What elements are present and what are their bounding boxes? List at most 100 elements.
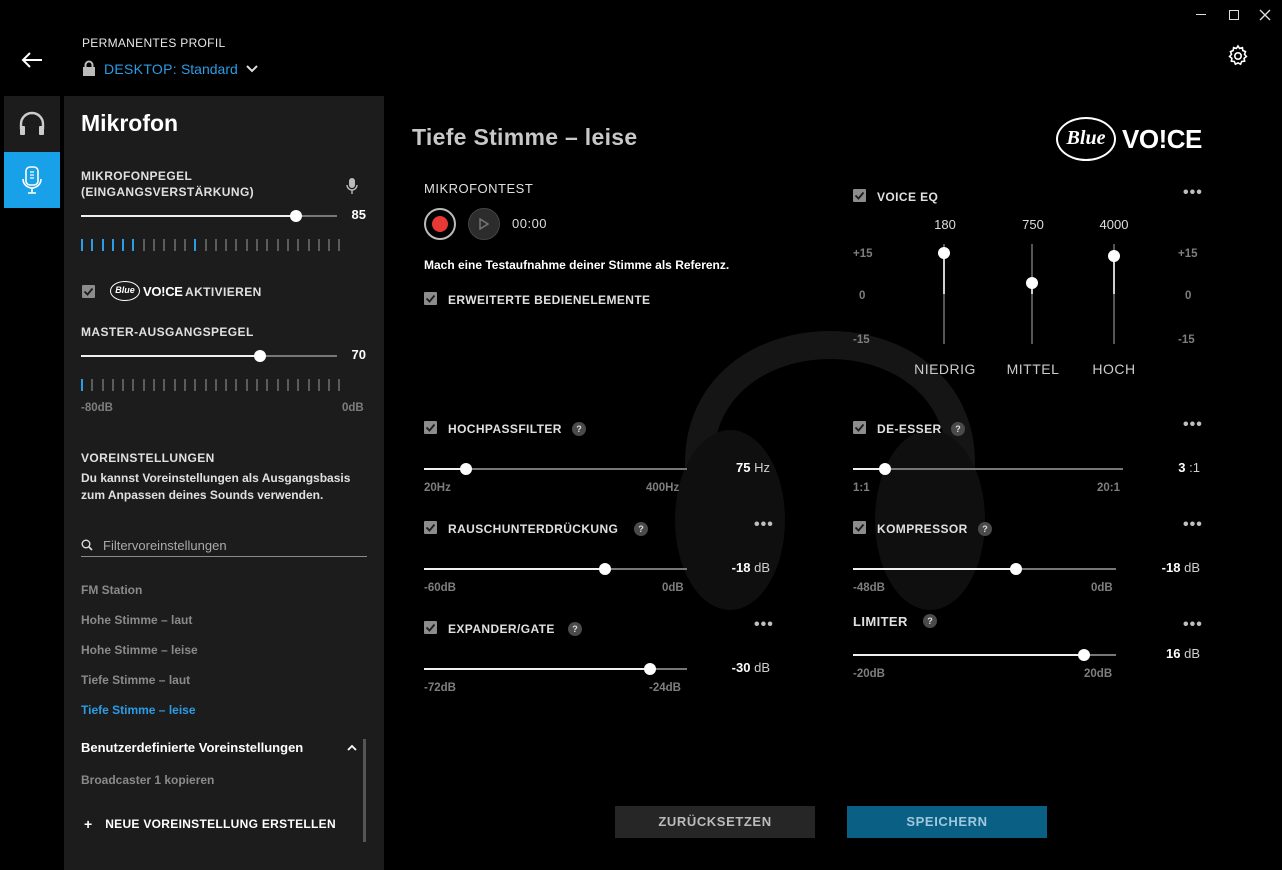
eq-band-low-name: NIEDRIG <box>914 361 976 377</box>
limiter-knob[interactable] <box>1078 649 1091 661</box>
limiter-more-button[interactable]: ••• <box>1183 616 1203 634</box>
maximize-button[interactable] <box>1229 10 1239 20</box>
highpass-value: 75 Hz <box>700 460 770 475</box>
reset-button[interactable]: ZURÜCKSETZEN <box>615 806 815 838</box>
back-button[interactable] <box>20 50 44 70</box>
highpass-checkbox[interactable] <box>424 421 437 434</box>
chevron-down-icon <box>246 64 258 72</box>
new-preset-button[interactable]: + NEUE VOREINSTELLUNG ERSTELLEN <box>84 816 336 832</box>
expander-fill <box>424 668 651 670</box>
eq-slider-high[interactable] <box>1108 244 1120 344</box>
limiter-slider[interactable] <box>853 649 1116 661</box>
compressor-knob[interactable] <box>1010 563 1023 575</box>
master-knob[interactable] <box>254 350 267 362</box>
expander-checkbox[interactable] <box>424 621 437 634</box>
preset-item[interactable]: Tiefe Stimme – laut <box>81 673 190 687</box>
minimize-button[interactable] <box>1196 6 1206 16</box>
voice-eq-checkbox[interactable] <box>853 189 866 202</box>
advanced-checkbox[interactable] <box>424 292 437 305</box>
compressor-slider[interactable] <box>853 563 1116 575</box>
highpass-help-icon[interactable]: ? <box>572 422 586 436</box>
filter-search[interactable]: Filtervoreinstellungen <box>81 534 367 557</box>
noise-slider[interactable] <box>424 563 687 575</box>
play-icon <box>479 218 489 230</box>
eq-scale-mid-left: 0 <box>859 290 866 302</box>
chevron-up-icon <box>347 744 357 751</box>
expander-value: -30 dB <box>700 660 770 675</box>
blue-logo: Blue <box>1056 117 1116 161</box>
eq-freq-low: 180 <box>934 217 956 232</box>
nav-microphone[interactable] <box>4 152 60 208</box>
deesser-checkbox[interactable] <box>853 421 866 434</box>
headset-background-icon <box>675 331 985 610</box>
compressor-label: KOMPRESSOR <box>877 522 968 536</box>
eq-slider-mid[interactable] <box>1026 244 1038 344</box>
gear-icon <box>1228 44 1248 66</box>
mic-level-knob[interactable] <box>290 210 303 222</box>
deesser-more-button[interactable]: ••• <box>1183 416 1203 434</box>
noise-value: -18 dB <box>700 560 770 575</box>
compressor-checkbox[interactable] <box>853 521 866 534</box>
test-hint: Mach eine Testaufnahme deiner Stimme als… <box>424 258 730 272</box>
master-slider[interactable] <box>81 350 337 362</box>
expander-more-button[interactable]: ••• <box>754 616 774 634</box>
blue-voice-logo-small: Blue VO!CE <box>110 281 183 301</box>
noise-knob[interactable] <box>599 563 612 575</box>
eq-knob-mid[interactable] <box>1026 277 1038 289</box>
compressor-help-icon[interactable]: ? <box>978 522 992 536</box>
microphone-icon <box>22 166 42 194</box>
nav-headset[interactable] <box>4 96 60 152</box>
custom-presets-header[interactable]: Benutzerdefinierte Voreinstellungen <box>81 740 357 755</box>
blue-logo-small: Blue <box>110 281 140 301</box>
presets-title: VOREINSTELLUNGEN <box>81 451 215 465</box>
preset-item[interactable]: FM Station <box>81 583 142 597</box>
close-icon <box>1259 9 1271 21</box>
record-icon <box>432 216 448 232</box>
noise-checkbox[interactable] <box>424 521 437 534</box>
profile-selector[interactable]: DESKTOP: Standard <box>82 60 258 77</box>
eq-slider-low[interactable] <box>938 244 950 344</box>
deesser-slider[interactable] <box>853 463 1123 475</box>
highpass-max: 400Hz <box>646 482 680 494</box>
sidebar-title: Mikrofon <box>81 110 179 136</box>
save-button[interactable]: SPEICHERN <box>847 806 1047 838</box>
expander-max: -24dB <box>649 682 681 694</box>
expander-slider[interactable] <box>424 663 687 675</box>
noise-more-button[interactable]: ••• <box>754 516 774 534</box>
preset-item[interactable]: Hohe Stimme – laut <box>81 613 192 627</box>
limiter-help-icon[interactable]: ? <box>923 614 937 628</box>
master-value: 70 <box>351 347 366 362</box>
expander-label: EXPANDER/GATE <box>448 622 555 636</box>
limiter-fill <box>853 654 1085 656</box>
highpass-slider[interactable] <box>424 463 687 475</box>
custom-preset-item[interactable]: Broadcaster 1 kopieren <box>81 773 214 787</box>
close-button[interactable] <box>1259 8 1273 22</box>
arrow-left-icon <box>21 52 42 68</box>
deesser-help-icon[interactable]: ? <box>951 422 965 436</box>
deesser-max: 20:1 <box>1097 482 1121 494</box>
mic-level-slider[interactable] <box>81 210 337 222</box>
preset-item[interactable]: Hohe Stimme – leise <box>81 643 198 657</box>
master-output-meter <box>81 379 341 391</box>
settings-button[interactable] <box>1226 44 1250 68</box>
limiter-max: 20dB <box>1084 668 1113 680</box>
record-button[interactable] <box>424 208 456 240</box>
play-button[interactable] <box>468 208 500 240</box>
voice-eq-label: VOICE EQ <box>877 190 939 204</box>
deesser-value-unit: :1 <box>1189 460 1200 475</box>
preset-item-selected[interactable]: Tiefe Stimme – leise <box>81 703 196 717</box>
device-profile: Standard <box>180 60 238 77</box>
voice-eq-more-button[interactable]: ••• <box>1183 184 1203 202</box>
highpass-knob[interactable] <box>460 463 473 475</box>
mic-small-icon <box>346 178 358 194</box>
eq-knob-high[interactable] <box>1108 250 1120 262</box>
eq-knob-low[interactable] <box>938 247 950 259</box>
master-max: 0dB <box>342 402 364 414</box>
expander-knob[interactable] <box>644 663 657 675</box>
noise-help-icon[interactable]: ? <box>634 522 648 536</box>
sidebar-scrollbar[interactable] <box>363 739 366 842</box>
expander-help-icon[interactable]: ? <box>568 622 582 636</box>
compressor-more-button[interactable]: ••• <box>1183 516 1203 534</box>
blue-voice-checkbox[interactable] <box>82 285 95 298</box>
compressor-min: -48dB <box>853 582 885 594</box>
